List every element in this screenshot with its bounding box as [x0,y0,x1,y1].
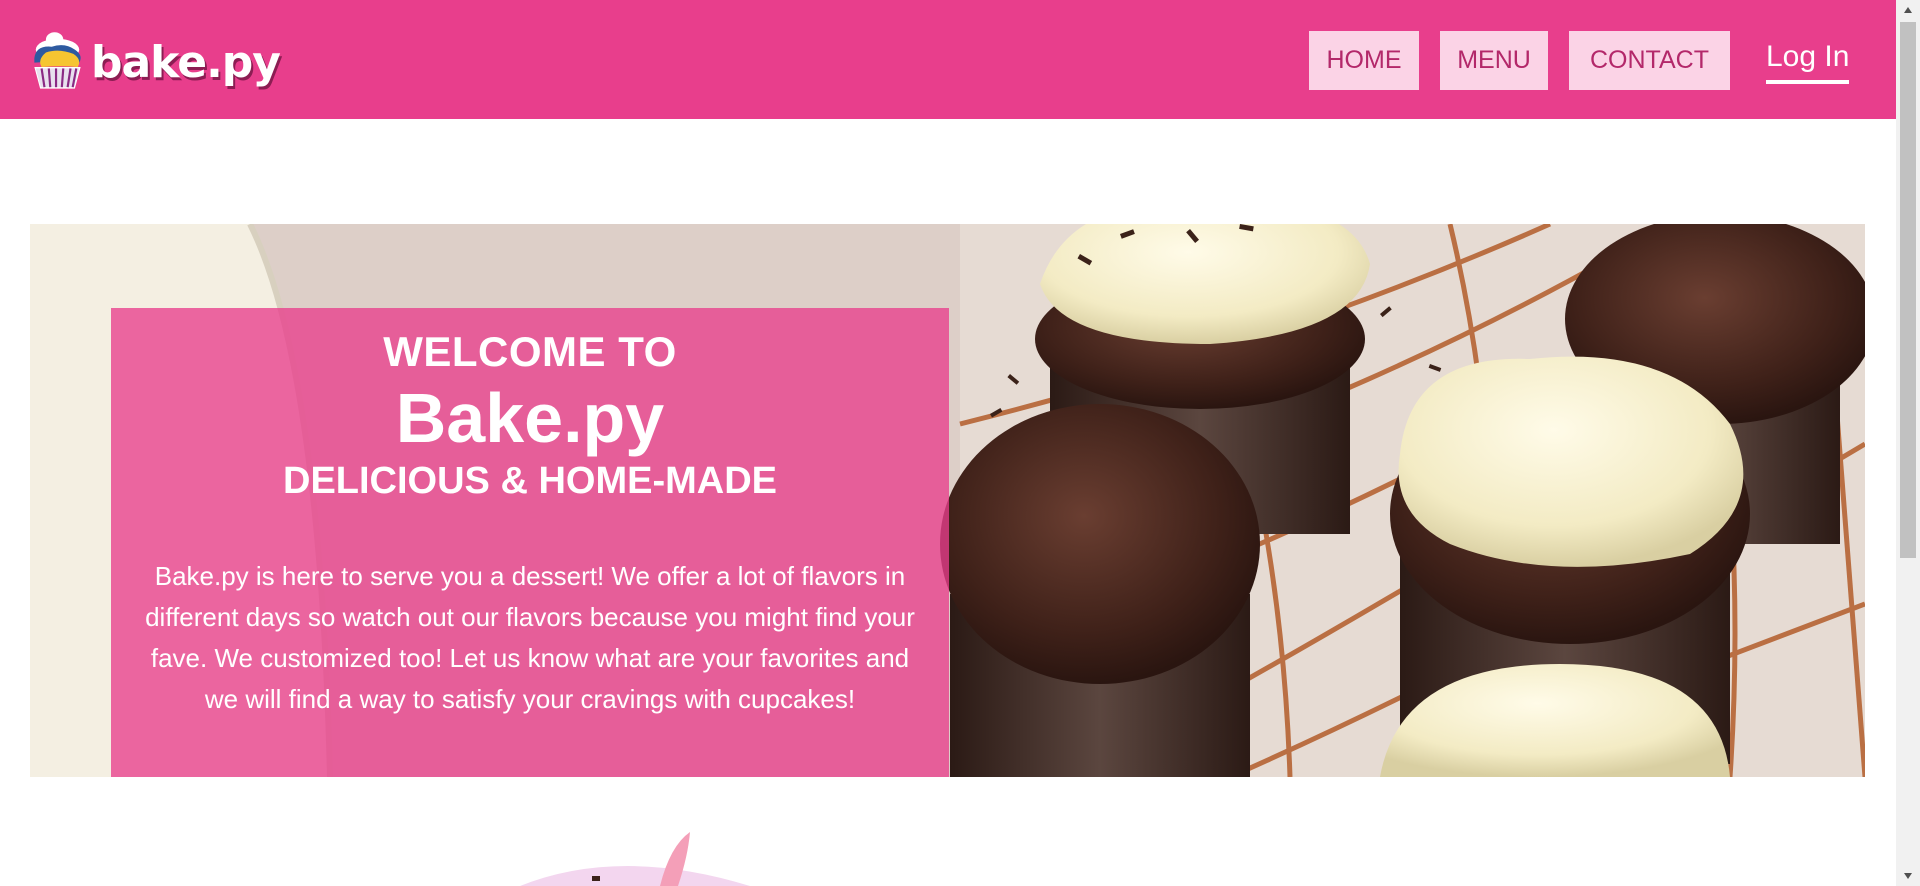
decorative-cupcake-image [520,832,750,886]
page-scrollbar[interactable] [1896,0,1920,886]
hero-description: Bake.py is here to serve you a dessert! … [145,561,915,714]
site-logo[interactable]: bake.py [30,14,281,104]
scrollbar-thumb[interactable] [1900,22,1916,558]
site-header: bake.py HOME MENU CONTACT Log In [0,0,1896,119]
nav-home-button[interactable]: HOME [1309,31,1419,90]
hero-tagline: DELICIOUS & HOME-MADE [283,460,777,502]
hero-brand-title: Bake.py [395,379,665,457]
main-nav: HOME MENU CONTACT Log In [1309,31,1850,90]
hero-section: WELCOME TO Bake.py DELICIOUS & HOME-MADE… [30,224,1865,777]
scroll-down-arrow-icon[interactable] [1896,866,1920,886]
hero-welcome-panel: WELCOME TO Bake.py DELICIOUS & HOME-MADE… [111,308,949,777]
hero-welcome-heading: WELCOME TO [383,328,677,375]
login-link[interactable]: Log In [1766,38,1850,84]
cupcake-logo-icon [34,32,81,89]
brand-logo-text: bake.py [90,36,281,88]
scroll-up-arrow-icon[interactable] [1896,0,1920,20]
nav-menu-button[interactable]: MENU [1440,31,1548,90]
nav-contact-button[interactable]: CONTACT [1569,31,1730,90]
